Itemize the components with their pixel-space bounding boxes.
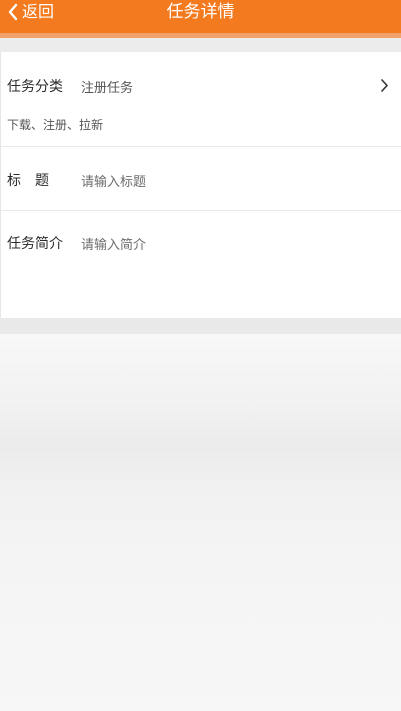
page-title: 任务详情 bbox=[166, 2, 235, 22]
task-form: 任务分类 注册任务 下载、注册、拉新 标 题 请输入标题 任务简介 请输入简介 bbox=[0, 52, 401, 318]
blank-content-area bbox=[0, 334, 401, 711]
chevron-right-icon bbox=[380, 78, 389, 93]
intro-label: 任务简介 bbox=[7, 236, 63, 252]
header-bar: 返回 任务详情 bbox=[0, 0, 401, 33]
intro-row[interactable]: 任务简介 请输入简介 bbox=[1, 211, 401, 318]
title-row[interactable]: 标 题 请输入标题 bbox=[1, 147, 401, 210]
intro-input[interactable]: 请输入简介 bbox=[81, 234, 146, 253]
title-label: 标 题 bbox=[7, 173, 49, 189]
category-label: 任务分类 bbox=[7, 79, 63, 95]
category-hint: 下载、注册、拉新 bbox=[7, 118, 104, 132]
category-row[interactable]: 任务分类 注册任务 下载、注册、拉新 bbox=[1, 52, 401, 146]
title-input[interactable]: 请输入标题 bbox=[81, 171, 146, 190]
section-gap bbox=[0, 318, 401, 334]
section-gap bbox=[0, 38, 401, 52]
category-value: 注册任务 bbox=[81, 81, 134, 96]
